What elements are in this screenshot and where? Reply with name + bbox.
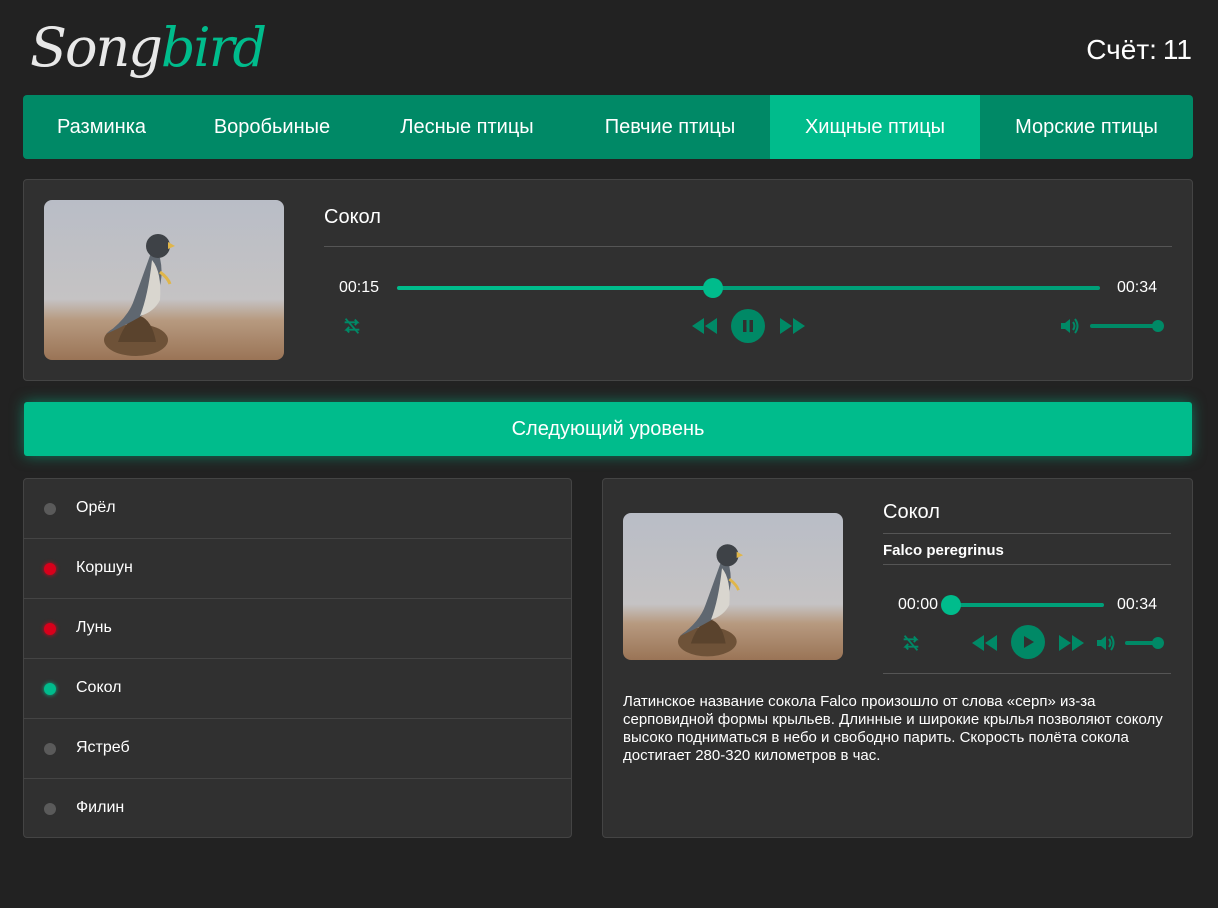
details-bird-name: Сокол xyxy=(883,501,940,523)
repeat-icon[interactable] xyxy=(340,314,364,338)
details-rewind-icon[interactable] xyxy=(970,632,998,654)
volume-thumb[interactable] xyxy=(1152,320,1164,332)
bird-description: Латинское название сокола Falco произошл… xyxy=(623,693,1163,764)
question-bird-name: Сокол xyxy=(324,206,381,228)
status-dot xyxy=(44,803,56,815)
progress-thumb[interactable] xyxy=(703,278,723,298)
answer-label: Лунь xyxy=(76,619,112,636)
nav-item-passerines[interactable]: Воробьиные xyxy=(180,95,364,159)
nav-item-birds-of-prey[interactable]: Хищные птицы xyxy=(770,95,980,159)
answer-label: Коршун xyxy=(76,559,133,576)
status-dot-correct xyxy=(44,683,56,695)
score-value: 11 xyxy=(1162,34,1192,65)
bird-image xyxy=(44,200,284,360)
status-dot-wrong xyxy=(44,563,56,575)
progress-played[interactable] xyxy=(397,286,713,290)
list-item[interactable]: Ястреб xyxy=(24,719,571,779)
latin-name: Falco peregrinus xyxy=(883,542,1004,559)
answer-label: Ястреб xyxy=(76,739,130,756)
details-volume-thumb[interactable] xyxy=(1152,637,1164,649)
songbird-logo[interactable]: Song bird xyxy=(30,16,267,86)
details-duration: 00:34 xyxy=(1117,596,1158,613)
nav-item-sea-birds[interactable]: Морские птицы xyxy=(980,95,1193,159)
next-level-button[interactable]: Следующий уровень xyxy=(24,402,1192,456)
status-dot xyxy=(44,503,56,515)
divider xyxy=(324,246,1172,247)
divider xyxy=(883,564,1171,565)
divider xyxy=(883,673,1171,674)
nav-item-forest-birds[interactable]: Лесные птицы xyxy=(364,95,570,159)
divider xyxy=(883,533,1171,534)
score-label: Счёт: xyxy=(1086,34,1157,65)
answer-list: Орёл Коршун Лунь Сокол Ястреб Филин xyxy=(23,478,572,838)
list-item[interactable]: Коршун xyxy=(24,539,571,599)
list-item[interactable]: Орёл xyxy=(24,479,571,539)
volume-icon[interactable] xyxy=(1059,316,1081,336)
details-forward-icon[interactable] xyxy=(1058,632,1086,654)
pause-button[interactable] xyxy=(731,309,765,343)
details-current-time: 00:00 xyxy=(898,596,939,613)
list-item[interactable]: Сокол xyxy=(24,659,571,719)
duration: 00:34 xyxy=(1117,279,1158,296)
rewind-icon[interactable] xyxy=(690,314,718,338)
status-dot xyxy=(44,743,56,755)
status-dot-wrong xyxy=(44,623,56,635)
details-progress-track[interactable] xyxy=(951,603,1104,607)
logo-part-bird: bird xyxy=(160,16,267,79)
bird-detail-image xyxy=(623,513,843,660)
bird-details-panel: Сокол Falco peregrinus 00:00 00:34 Латин… xyxy=(602,478,1193,838)
volume-slider[interactable] xyxy=(1090,324,1156,328)
score: Счёт: 11 xyxy=(1086,34,1192,66)
progress-remaining[interactable] xyxy=(713,286,1100,290)
answer-label: Филин xyxy=(76,799,125,816)
details-volume-icon[interactable] xyxy=(1095,633,1117,653)
list-item[interactable]: Лунь xyxy=(24,599,571,659)
category-nav: Разминка Воробьиные Лесные птицы Певчие … xyxy=(23,95,1193,159)
details-progress-thumb[interactable] xyxy=(941,595,961,615)
answer-label: Орёл xyxy=(76,499,116,516)
question-panel: Сокол 00:15 00:34 xyxy=(23,179,1193,381)
details-repeat-icon[interactable] xyxy=(899,631,923,655)
answer-label: Сокол xyxy=(76,679,122,696)
details-play-button[interactable] xyxy=(1011,625,1045,659)
list-item[interactable]: Филин xyxy=(24,779,571,837)
header: Song bird Счёт: 11 xyxy=(24,14,1192,88)
current-time: 00:15 xyxy=(339,279,380,296)
logo-part-song: Song xyxy=(30,16,163,79)
nav-item-warmup[interactable]: Разминка xyxy=(23,95,180,159)
nav-item-songbirds[interactable]: Певчие птицы xyxy=(570,95,770,159)
details-volume-slider[interactable] xyxy=(1125,641,1155,645)
forward-icon[interactable] xyxy=(779,314,807,338)
